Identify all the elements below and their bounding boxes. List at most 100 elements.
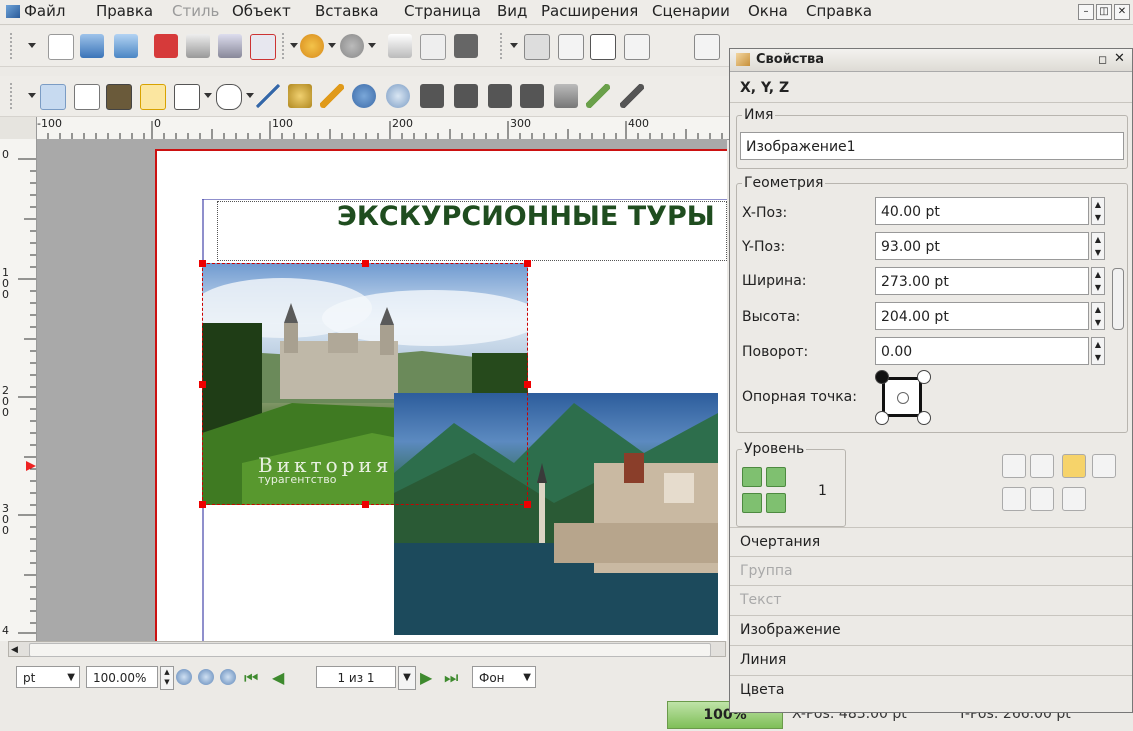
flip-icon[interactable] (1002, 454, 1026, 478)
chevron-down-icon[interactable]: ▼ (67, 667, 75, 689)
width-stepper[interactable]: ▲ ▼ (1091, 267, 1105, 295)
anchor-corner-icon[interactable] (917, 411, 931, 425)
mirror-vertical-icon[interactable] (1030, 487, 1054, 511)
anchor-corner-icon[interactable] (875, 411, 889, 425)
resize-handle[interactable] (524, 381, 531, 388)
cut-icon[interactable] (388, 34, 412, 58)
horizontal-scrollbar[interactable]: ◀ (8, 641, 726, 657)
tab-xyz[interactable]: X, Y, Z (730, 72, 1132, 103)
app-icon[interactable] (6, 5, 20, 18)
eyedropper-icon[interactable] (586, 84, 610, 108)
edit-contents-icon[interactable] (420, 84, 444, 108)
rotation-field[interactable]: 0.00 (875, 337, 1089, 365)
zoom-out-icon[interactable] (176, 669, 192, 685)
section-line[interactable]: Линия (730, 645, 1132, 675)
open-folder-icon[interactable] (80, 34, 104, 58)
menu-object[interactable]: Объект (232, 2, 291, 20)
height-stepper[interactable]: ▲ ▼ (1091, 302, 1105, 330)
x-pos-stepper[interactable]: ▲ ▼ (1091, 197, 1105, 225)
combobox-icon[interactable] (624, 34, 650, 60)
last-page-icon[interactable]: ⏭ (444, 668, 458, 688)
resize-handle[interactable] (524, 260, 531, 267)
anchor-center-icon[interactable] (897, 392, 909, 404)
section-colors[interactable]: Цвета (730, 675, 1132, 705)
copy-icon[interactable] (420, 34, 446, 60)
mirror-horizontal-icon[interactable] (1030, 454, 1054, 478)
printing-icon[interactable] (1062, 487, 1086, 511)
save-icon[interactable] (114, 34, 138, 58)
redo-icon[interactable] (340, 34, 364, 58)
zoom-in-icon[interactable] (220, 669, 236, 685)
print-icon[interactable] (186, 34, 210, 58)
copy-properties-icon[interactable] (554, 84, 578, 108)
menu-view[interactable]: Вид (497, 2, 527, 20)
chevron-down-icon[interactable]: ▼ (398, 666, 416, 690)
resize-handle[interactable] (362, 501, 369, 508)
checkbox-icon[interactable] (590, 34, 616, 60)
x-pos-field[interactable]: 40.00 pt (875, 197, 1089, 225)
shape-icon[interactable] (174, 84, 200, 110)
textfield-icon[interactable] (558, 34, 584, 60)
float-icon[interactable]: ◻ (1098, 53, 1107, 66)
polygon-icon[interactable] (216, 84, 242, 110)
lower-icon[interactable] (742, 493, 762, 513)
image-frame-icon[interactable] (106, 84, 132, 110)
resize-handle[interactable] (199, 501, 206, 508)
y-pos-stepper[interactable]: ▲ ▼ (1091, 232, 1105, 260)
name-field[interactable]: Изображение1 (740, 132, 1124, 160)
document-canvas[interactable]: ЭКСКУРСИОННЫЕ ТУРЫ Виктория турагентство (37, 139, 727, 641)
scroll-thumb[interactable] (29, 643, 711, 657)
zoom-input[interactable]: 100.00% (86, 666, 158, 688)
new-document-icon[interactable] (48, 34, 74, 60)
listbox-icon[interactable] (694, 34, 720, 60)
menu-file[interactable]: Файл (24, 2, 65, 20)
restore-icon[interactable]: ◫ (1096, 4, 1112, 20)
line-icon[interactable] (256, 84, 280, 108)
menu-edit[interactable]: Правка (96, 2, 153, 20)
height-field[interactable]: 204.00 pt (875, 302, 1089, 330)
first-page-icon[interactable]: ⏮ (244, 668, 258, 688)
lower-to-bottom-icon[interactable] (766, 493, 786, 513)
menu-windows[interactable]: Окна (748, 2, 788, 20)
minimize-icon[interactable]: – (1078, 4, 1094, 20)
menu-page[interactable]: Страница (404, 2, 481, 20)
menu-insert[interactable]: Вставка (315, 2, 379, 20)
section-image[interactable]: Изображение (730, 615, 1132, 645)
select-arrow-icon[interactable] (40, 84, 66, 110)
close-doc-icon[interactable] (154, 34, 178, 58)
rotation-stepper[interactable]: ▲ ▼ (1091, 337, 1105, 365)
zoom-reset-icon[interactable] (198, 669, 214, 685)
resize-handle[interactable] (199, 381, 206, 388)
menu-help[interactable]: Справка (806, 2, 872, 20)
section-group[interactable]: Группа (730, 556, 1132, 586)
resize-handle[interactable] (199, 260, 206, 267)
y-pos-field[interactable]: 93.00 pt (875, 232, 1089, 260)
rotate-icon[interactable] (352, 84, 376, 108)
anchor-corner-icon[interactable] (875, 370, 889, 384)
paste-icon[interactable] (454, 34, 478, 58)
close-panel-icon[interactable]: ✕ (1114, 51, 1125, 66)
bezier-icon[interactable] (288, 84, 312, 108)
resize-handle[interactable] (362, 260, 369, 267)
vertical-ruler[interactable]: 0 1 0 0 2 0 0 3 0 0 4 (0, 139, 37, 641)
unit-select[interactable]: pt ▼ (16, 666, 80, 688)
resize-handle[interactable] (524, 501, 531, 508)
text-frame-icon[interactable] (74, 84, 100, 110)
properties-titlebar[interactable]: Свойства ◻ ✕ (730, 49, 1132, 72)
width-field[interactable]: 273.00 pt (875, 267, 1089, 295)
undo-icon[interactable] (300, 34, 324, 58)
next-page-icon[interactable]: ▶ (420, 668, 432, 687)
raise-icon[interactable] (742, 467, 762, 487)
raise-to-top-icon[interactable] (766, 467, 786, 487)
zoom-icon[interactable] (386, 84, 410, 108)
horizontal-ruler[interactable]: -100 0 100 200 300 400 (0, 117, 730, 140)
ruler-corner[interactable] (0, 117, 37, 140)
page-title[interactable]: ЭКСКУРСИОННЫЕ ТУРЫ (337, 201, 715, 232)
anchor-corner-icon[interactable] (917, 370, 931, 384)
page-select[interactable]: 1 из 1 (316, 666, 396, 688)
measure-icon[interactable] (520, 84, 544, 108)
menu-scripts[interactable]: Сценарии (652, 2, 730, 20)
keep-ratio-chain-icon[interactable] (1112, 268, 1124, 330)
export-pdf-icon[interactable] (250, 34, 276, 60)
table-icon[interactable] (140, 84, 166, 110)
